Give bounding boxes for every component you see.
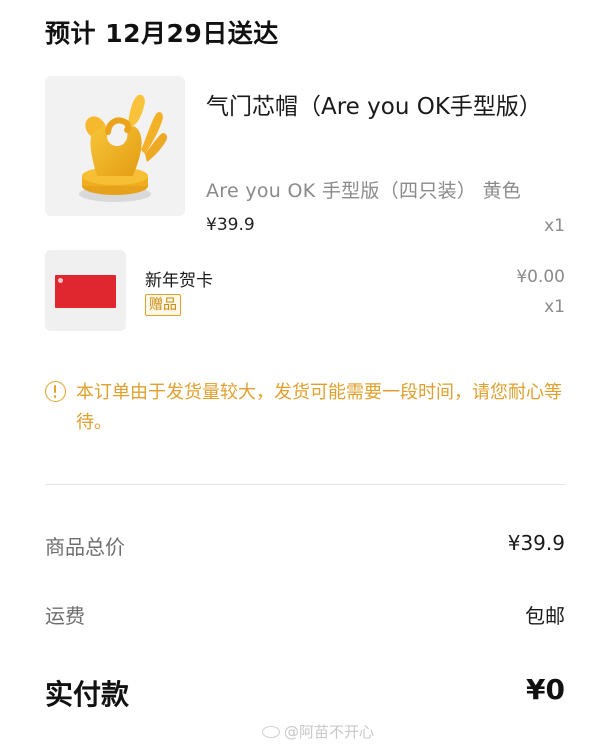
gift-quantity: x1 <box>544 297 565 317</box>
subtotal-row: 商品总价 ¥39.9 <box>45 531 565 561</box>
section-divider <box>45 484 565 485</box>
shipping-fee-label: 运费 <box>45 604 85 628</box>
gift-item[interactable]: 新年贺卡 赠品 ¥0.00 x1 <box>45 250 565 332</box>
subtotal-value: ¥39.9 <box>507 531 565 555</box>
total-payment-row: 实付款 ¥0 <box>45 673 565 713</box>
weibo-logo-icon <box>262 726 280 738</box>
product-name[interactable]: 气门芯帽（Are you OK手型版） <box>206 90 546 125</box>
info-circle-icon <box>45 381 66 402</box>
gift-image[interactable] <box>45 250 126 331</box>
gift-name[interactable]: 新年贺卡 <box>145 266 213 291</box>
product-price: ¥39.9 <box>206 215 255 235</box>
watermark: @阿苗不开心 <box>262 721 374 742</box>
shipping-fee-row: 运费 包邮 <box>45 600 565 630</box>
gift-price: ¥0.00 <box>516 267 565 287</box>
red-greeting-card-icon <box>55 275 116 308</box>
watermark-text: @阿苗不开心 <box>284 723 375 741</box>
ok-hand-figurine-icon <box>79 94 168 202</box>
delivery-date-title: 预计 12月29日送达 <box>45 19 279 48</box>
gift-badge: 赠品 <box>145 294 181 316</box>
product-image[interactable] <box>45 76 185 216</box>
product-quantity: x1 <box>544 216 565 236</box>
shipping-fee-value: 包邮 <box>525 604 565 628</box>
product-variant: Are you OK 手型版（四只装） 黄色 <box>206 180 522 202</box>
total-value: ¥0 <box>526 673 565 706</box>
product-item[interactable]: 气门芯帽（Are you OK手型版） Are you OK 手型版（四只装） … <box>45 76 565 241</box>
notice-text: 本订单由于发货量较大，发货可能需要一段时间，请您耐心等待。 <box>76 382 562 433</box>
subtotal-label: 商品总价 <box>45 535 125 559</box>
total-label: 实付款 <box>45 678 130 711</box>
